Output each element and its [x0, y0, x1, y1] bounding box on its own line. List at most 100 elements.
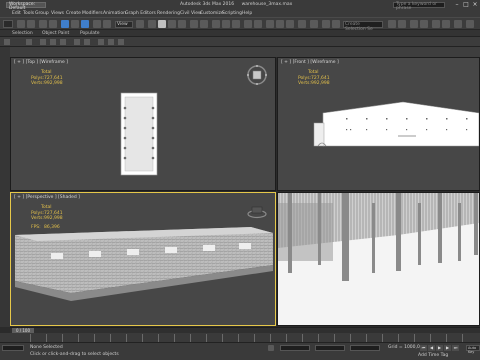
- maximize-button[interactable]: □: [462, 1, 470, 9]
- close-button[interactable]: ×: [471, 1, 479, 9]
- render-iterative-icon[interactable]: [432, 20, 440, 28]
- menu-edit[interactable]: Edit: [12, 11, 21, 16]
- reference-coordinate-dropdown[interactable]: View: [115, 21, 133, 28]
- viewport-perspective[interactable]: [ + ] [Perspective ] [Shaded ] Total Pol…: [10, 192, 276, 326]
- menu-rendering[interactable]: Rendering: [157, 11, 180, 16]
- selection-filter-dropdown[interactable]: [3, 20, 13, 28]
- render-production-icon[interactable]: [442, 20, 450, 28]
- viewcube-icon[interactable]: [246, 64, 268, 86]
- material-editor-icon[interactable]: [254, 20, 262, 28]
- snap-icon[interactable]: [148, 20, 156, 28]
- named-selection-set-input[interactable]: Create Selection Se: [343, 21, 383, 32]
- layer-icon[interactable]: [212, 20, 220, 28]
- app-title: Autodesk 3ds Max 2016: [180, 2, 235, 7]
- sub-tool-icon[interactable]: [108, 39, 114, 45]
- track-view-icon[interactable]: [420, 20, 428, 28]
- percent-snap-icon[interactable]: [168, 20, 176, 28]
- menu-graph-editors[interactable]: Graph Editors: [125, 11, 156, 16]
- title-bar: Workspace: Default Autodesk 3ds Max 2016…: [0, 0, 480, 11]
- angle-snap-icon[interactable]: [158, 20, 166, 28]
- main-toolbar: View Create Selection Se: [0, 17, 480, 32]
- layer-manager-icon[interactable]: [398, 20, 406, 28]
- search-input[interactable]: Type a keyword or phrase: [393, 2, 445, 11]
- named-selection-icon[interactable]: [298, 20, 306, 28]
- sub-tool-icon[interactable]: [50, 39, 56, 45]
- sub-tool-icon[interactable]: [26, 39, 32, 45]
- a360-render-icon[interactable]: [466, 20, 474, 28]
- viewport-top[interactable]: [ + ] [Top ] [Wireframe ] Total Polys:72…: [10, 57, 276, 191]
- rotate-icon[interactable]: [103, 20, 111, 28]
- add-time-tag[interactable]: Add Time Tag: [418, 353, 448, 358]
- previous-frame-icon[interactable]: ◀: [428, 345, 435, 351]
- viewport-front[interactable]: [ + ] [Front ] [Wireframe ] Total Polys:…: [277, 57, 480, 191]
- sub-tool-icon[interactable]: [4, 39, 10, 45]
- camera-warehouse-interior-render: [278, 193, 479, 325]
- spacing-icon[interactable]: [332, 20, 340, 28]
- select-region-icon[interactable]: [81, 20, 89, 28]
- select-by-name-icon[interactable]: [71, 20, 79, 28]
- top-view-warehouse-plan: [120, 92, 158, 176]
- menu-animation[interactable]: Animation: [103, 11, 126, 16]
- perspective-warehouse-render: [15, 227, 273, 301]
- z-coordinate-input[interactable]: [350, 345, 380, 351]
- play-icon[interactable]: ▶: [436, 345, 443, 351]
- teapot-render-icon[interactable]: [454, 20, 462, 28]
- viewcube-icon[interactable]: [246, 205, 268, 219]
- prompt-line: Click or click-and-drag to select object…: [30, 352, 119, 357]
- sub-tool-icon[interactable]: [118, 39, 124, 45]
- move-icon[interactable]: [93, 20, 101, 28]
- viewport-camera[interactable]: [277, 192, 480, 326]
- schematic-icon[interactable]: [244, 20, 252, 28]
- curve-editor-icon[interactable]: [232, 20, 240, 28]
- workspace-dropdown[interactable]: Workspace: Default: [6, 2, 46, 11]
- menu-views[interactable]: Views: [51, 11, 64, 16]
- maxscript-listener-input[interactable]: [2, 345, 24, 351]
- scene-explorer-icon[interactable]: [388, 20, 396, 28]
- unlink-icon[interactable]: [49, 20, 57, 28]
- go-to-end-icon[interactable]: ⏭: [452, 345, 459, 351]
- sub-tool-icon[interactable]: [74, 39, 80, 45]
- ribbon-tab-selection[interactable]: Selection: [12, 31, 33, 36]
- menu-help[interactable]: Help: [242, 11, 252, 16]
- selection-status: None Selected: [30, 345, 63, 350]
- mirror-axis-icon[interactable]: [310, 20, 318, 28]
- minimize-button[interactable]: –: [453, 1, 461, 9]
- auto-key-button[interactable]: Auto Key: [466, 345, 480, 354]
- x-coordinate-input[interactable]: [280, 345, 310, 351]
- select-object-icon[interactable]: [61, 20, 69, 28]
- spinner-snap-icon[interactable]: [178, 20, 186, 28]
- sub-tool-icon[interactable]: [84, 39, 90, 45]
- redo-icon[interactable]: [27, 20, 35, 28]
- ribbon-tab-populate[interactable]: Populate: [80, 31, 100, 36]
- menu-customize[interactable]: Customize: [200, 11, 224, 16]
- render-icon[interactable]: [286, 20, 294, 28]
- undo-icon[interactable]: [17, 20, 25, 28]
- link-icon[interactable]: [39, 20, 47, 28]
- menu-tools[interactable]: Tools: [23, 11, 34, 16]
- mirror-icon[interactable]: [190, 20, 198, 28]
- array-icon[interactable]: [322, 20, 330, 28]
- menu-create[interactable]: Create: [66, 11, 81, 16]
- align-icon[interactable]: [200, 20, 208, 28]
- left-command-strip: [0, 47, 10, 327]
- sub-tool-icon[interactable]: [60, 39, 66, 45]
- next-frame-icon[interactable]: ▶: [444, 345, 451, 351]
- y-coordinate-input[interactable]: [315, 345, 345, 351]
- sub-tool-icon[interactable]: [40, 39, 46, 45]
- menu-group[interactable]: Group: [35, 11, 49, 16]
- track-bar[interactable]: [0, 333, 480, 343]
- status-bar: None Selected Click or click-and-drag to…: [0, 343, 480, 360]
- render-setup-icon[interactable]: [266, 20, 274, 28]
- pivot-icon[interactable]: [136, 20, 144, 28]
- go-to-start-icon[interactable]: ⏮: [420, 345, 427, 351]
- menu-scripting[interactable]: Scripting: [222, 11, 242, 16]
- ribbon-tab-object-paint[interactable]: Object Paint: [42, 31, 69, 36]
- menu-civil-view[interactable]: Civil View: [180, 11, 202, 16]
- rendered-frame-icon[interactable]: [276, 20, 284, 28]
- graphite-icon[interactable]: [222, 20, 230, 28]
- ribbon-toggle-icon[interactable]: [410, 20, 418, 28]
- lock-selection-icon[interactable]: [268, 345, 274, 351]
- menu-modifiers[interactable]: Modifiers: [82, 11, 103, 16]
- sub-tool-icon[interactable]: [98, 39, 104, 45]
- sub-toolbar: [0, 37, 480, 47]
